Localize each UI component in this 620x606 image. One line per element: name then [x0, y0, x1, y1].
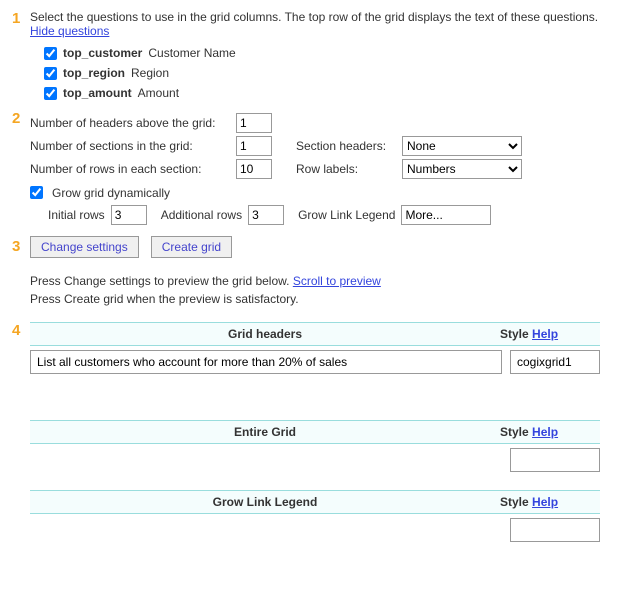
grow-label: Grow grid dynamically — [52, 186, 170, 200]
question-checkbox-3[interactable] — [44, 87, 57, 100]
additional-rows-label: Additional rows — [161, 208, 242, 222]
step-marker-2: 2 — [12, 110, 30, 128]
section-headers-select[interactable]: None — [402, 136, 522, 156]
grid-headers-text-input[interactable] — [30, 350, 502, 374]
question-code-1: top_customer — [63, 46, 142, 60]
num-rows-input[interactable] — [236, 159, 272, 179]
help-link-3[interactable]: Help — [532, 495, 558, 509]
num-sections-input[interactable] — [236, 136, 272, 156]
section-header-grow-link: Grow Link Legend Style Help — [30, 490, 600, 514]
help-link-2[interactable]: Help — [532, 425, 558, 439]
additional-rows-input[interactable] — [248, 205, 284, 225]
row-labels-label: Row labels: — [296, 162, 396, 176]
question-code-3: top_amount — [63, 86, 132, 100]
question-row-3: top_amount Amount — [44, 86, 600, 100]
question-checkbox-1[interactable] — [44, 47, 57, 60]
question-checkbox-2[interactable] — [44, 67, 57, 80]
change-settings-button[interactable]: Change settings — [30, 236, 139, 258]
initial-rows-input[interactable] — [111, 205, 147, 225]
step1-intro: Select the questions to use in the grid … — [30, 10, 600, 24]
info-line1: Press Change settings to preview the gri… — [30, 274, 293, 288]
num-headers-label: Number of headers above the grid: — [30, 116, 230, 130]
grow-link-legend-input[interactable] — [401, 205, 491, 225]
section-header-grid-headers: Grid headers Style Help — [30, 322, 600, 346]
section-header-entire-grid: Entire Grid Style Help — [30, 420, 600, 444]
scroll-to-preview-link[interactable]: Scroll to preview — [293, 274, 381, 288]
question-code-2: top_region — [63, 66, 125, 80]
create-grid-button[interactable]: Create grid — [151, 236, 232, 258]
hide-questions-link[interactable]: Hide questions — [30, 24, 109, 38]
question-row-2: top_region Region — [44, 66, 600, 80]
initial-rows-label: Initial rows — [48, 208, 105, 222]
question-label-3: Amount — [138, 86, 179, 100]
question-row-1: top_customer Customer Name — [44, 46, 600, 60]
help-link-1[interactable]: Help — [532, 327, 558, 341]
grid-headers-title: Grid headers — [30, 323, 500, 345]
question-label-2: Region — [131, 66, 169, 80]
entire-grid-style-input[interactable] — [510, 448, 600, 472]
step-marker-1: 1 — [12, 10, 30, 28]
grow-link-legend-label: Grow Link Legend — [298, 208, 395, 222]
num-sections-label: Number of sections in the grid: — [30, 139, 230, 153]
info-line2: Press Create grid when the preview is sa… — [30, 292, 299, 306]
style-label-2: Style — [500, 425, 529, 439]
grow-link-title: Grow Link Legend — [30, 491, 500, 513]
step-marker-4: 4 — [12, 322, 30, 340]
style-label-3: Style — [500, 495, 529, 509]
style-label-1: Style — [500, 327, 529, 341]
grid-headers-style-input[interactable] — [510, 350, 600, 374]
question-label-1: Customer Name — [148, 46, 235, 60]
row-labels-select[interactable]: Numbers — [402, 159, 522, 179]
step-marker-3: 3 — [12, 238, 30, 256]
section-headers-label: Section headers: — [296, 139, 396, 153]
num-rows-label: Number of rows in each section: — [30, 162, 230, 176]
num-headers-input[interactable] — [236, 113, 272, 133]
grow-link-style-input[interactable] — [510, 518, 600, 542]
grow-checkbox[interactable] — [30, 186, 43, 199]
entire-grid-title: Entire Grid — [30, 421, 500, 443]
